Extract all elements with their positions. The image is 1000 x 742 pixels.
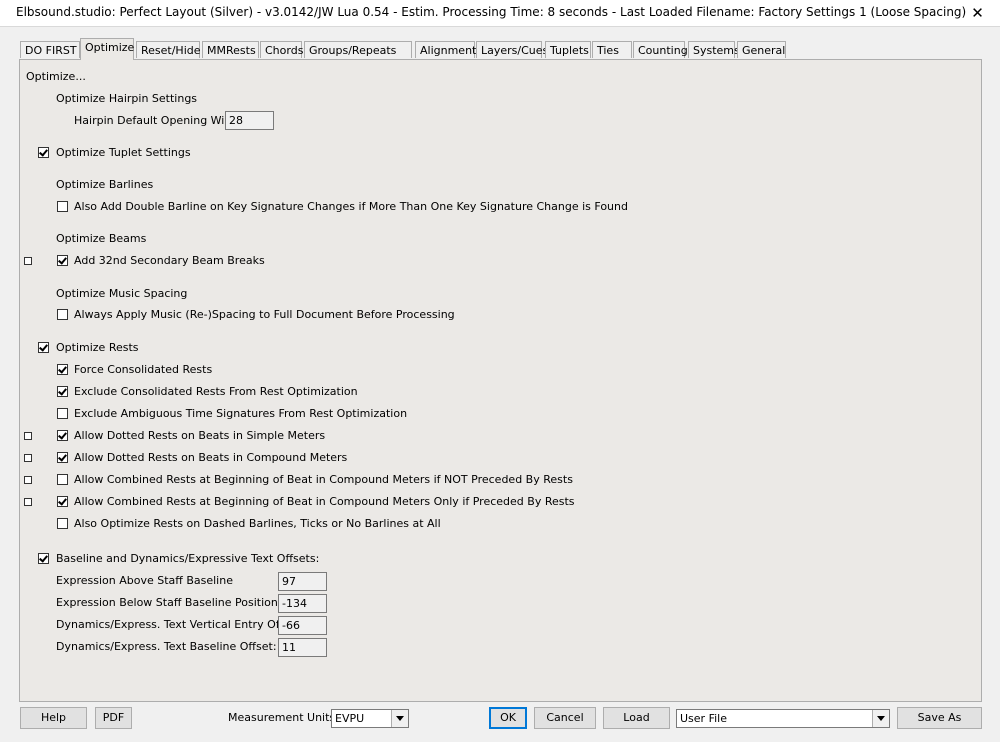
- offset-field-label: Dynamics/Express. Text Vertical Entry Of…: [56, 618, 304, 631]
- tab-general[interactable]: General: [737, 41, 786, 58]
- units-label: Measurement Units:: [228, 711, 339, 724]
- units-value: EVPU: [335, 712, 365, 725]
- offset-field-input[interactable]: -134: [278, 594, 327, 613]
- barlines-heading: Optimize Barlines: [56, 178, 154, 191]
- rest-option-marker[interactable]: [24, 476, 32, 484]
- tuplet-label: Optimize Tuplet Settings: [56, 146, 191, 159]
- rest-option-label: Allow Combined Rests at Beginning of Bea…: [74, 473, 573, 486]
- file-value: User File: [680, 712, 727, 725]
- rest-option-label: Exclude Ambiguous Time Signatures From R…: [74, 407, 408, 420]
- tab-ties[interactable]: Ties: [592, 41, 632, 58]
- spacing-heading: Optimize Music Spacing: [56, 287, 188, 300]
- tuplet-checkbox[interactable]: [38, 147, 49, 158]
- offset-field-input[interactable]: -66: [278, 616, 327, 635]
- rest-option-label: Also Optimize Rests on Dashed Barlines, …: [74, 517, 441, 530]
- chevron-down-icon[interactable]: [872, 710, 889, 727]
- rest-option-marker[interactable]: [24, 454, 32, 462]
- double-barline-label: Also Add Double Barline on Key Signature…: [74, 200, 628, 213]
- window-title: Elbsound.studio: Perfect Layout (Silver)…: [16, 5, 967, 19]
- tab-counting[interactable]: Counting: [633, 41, 688, 58]
- offset-field-input[interactable]: 11: [278, 638, 327, 657]
- offset-field-label: Dynamics/Express. Text Baseline Offset:: [56, 640, 277, 653]
- ok-button[interactable]: OK: [489, 707, 527, 729]
- hairpin-heading: Optimize Hairpin Settings: [56, 92, 198, 105]
- save-as-button[interactable]: Save As: [897, 707, 982, 729]
- help-button[interactable]: Help: [20, 707, 87, 729]
- rest-option-checkbox[interactable]: [57, 518, 68, 529]
- rest-option-label: Force Consolidated Rests: [74, 363, 213, 376]
- rest-option-checkbox[interactable]: [57, 386, 68, 397]
- cancel-button[interactable]: Cancel: [534, 707, 596, 729]
- title-bar: Elbsound.studio: Perfect Layout (Silver)…: [0, 0, 1000, 27]
- rest-option-checkbox[interactable]: [57, 364, 68, 375]
- chevron-down-icon[interactable]: [391, 710, 408, 727]
- tab-tuplets[interactable]: Tuplets: [545, 41, 591, 58]
- tab-layers-cues[interactable]: Layers/Cues: [476, 41, 548, 58]
- rest-option-checkbox[interactable]: [57, 452, 68, 463]
- tab-reset-hide[interactable]: Reset/Hide: [136, 41, 201, 58]
- section-title: Optimize...: [26, 70, 86, 83]
- tab-groups-repeats[interactable]: Groups/Repeats: [304, 41, 412, 58]
- rest-option-checkbox[interactable]: [57, 408, 68, 419]
- rest-option-checkbox[interactable]: [57, 496, 68, 507]
- double-barline-checkbox[interactable]: [57, 201, 68, 212]
- pdf-button[interactable]: PDF: [95, 707, 132, 729]
- offset-field-input[interactable]: 97: [278, 572, 327, 591]
- respace-checkbox[interactable]: [57, 309, 68, 320]
- tab-systems[interactable]: Systems: [688, 41, 740, 58]
- beam-breaks-label: Add 32nd Secondary Beam Breaks: [74, 254, 265, 267]
- file-select[interactable]: User File: [676, 709, 890, 728]
- tab-mmrests[interactable]: MMRests: [202, 41, 259, 58]
- rest-option-label: Allow Dotted Rests on Beats in Simple Me…: [74, 429, 326, 442]
- rest-option-checkbox[interactable]: [57, 430, 68, 441]
- beam-breaks-checkbox[interactable]: [57, 255, 68, 266]
- rests-checkbox[interactable]: [38, 342, 49, 353]
- rest-option-checkbox[interactable]: [57, 474, 68, 485]
- offset-field-label: Expression Below Staff Baseline Position…: [56, 596, 282, 609]
- offset-field-label: Expression Above Staff Baseline: [56, 574, 233, 587]
- close-icon[interactable]: ✕: [955, 0, 1000, 26]
- tab-chords[interactable]: Chords: [260, 41, 303, 58]
- hairpin-width-label: Hairpin Default Opening Width:: [74, 114, 247, 127]
- tab-alignment[interactable]: Alignment: [415, 41, 476, 58]
- offsets-checkbox[interactable]: [38, 553, 49, 564]
- beams-heading: Optimize Beams: [56, 232, 147, 245]
- rest-option-label: Allow Dotted Rests on Beats in Compound …: [74, 451, 348, 464]
- hairpin-width-field[interactable]: 28: [225, 111, 274, 130]
- offsets-label: Baseline and Dynamics/Expressive Text Of…: [56, 552, 320, 565]
- tab-optimize[interactable]: Optimize: [80, 38, 134, 60]
- rests-label: Optimize Rests: [56, 341, 139, 354]
- tab-do-first[interactable]: DO FIRST: [20, 41, 80, 58]
- units-select[interactable]: EVPU: [331, 709, 409, 728]
- load-button[interactable]: Load: [603, 707, 670, 729]
- rest-option-marker[interactable]: [24, 432, 32, 440]
- respace-label: Always Apply Music (Re-)Spacing to Full …: [74, 308, 455, 321]
- rest-option-label: Allow Combined Rests at Beginning of Bea…: [74, 495, 575, 508]
- rest-option-label: Exclude Consolidated Rests From Rest Opt…: [74, 385, 358, 398]
- rest-option-marker[interactable]: [24, 498, 32, 506]
- beam-breaks-marker[interactable]: [24, 257, 32, 265]
